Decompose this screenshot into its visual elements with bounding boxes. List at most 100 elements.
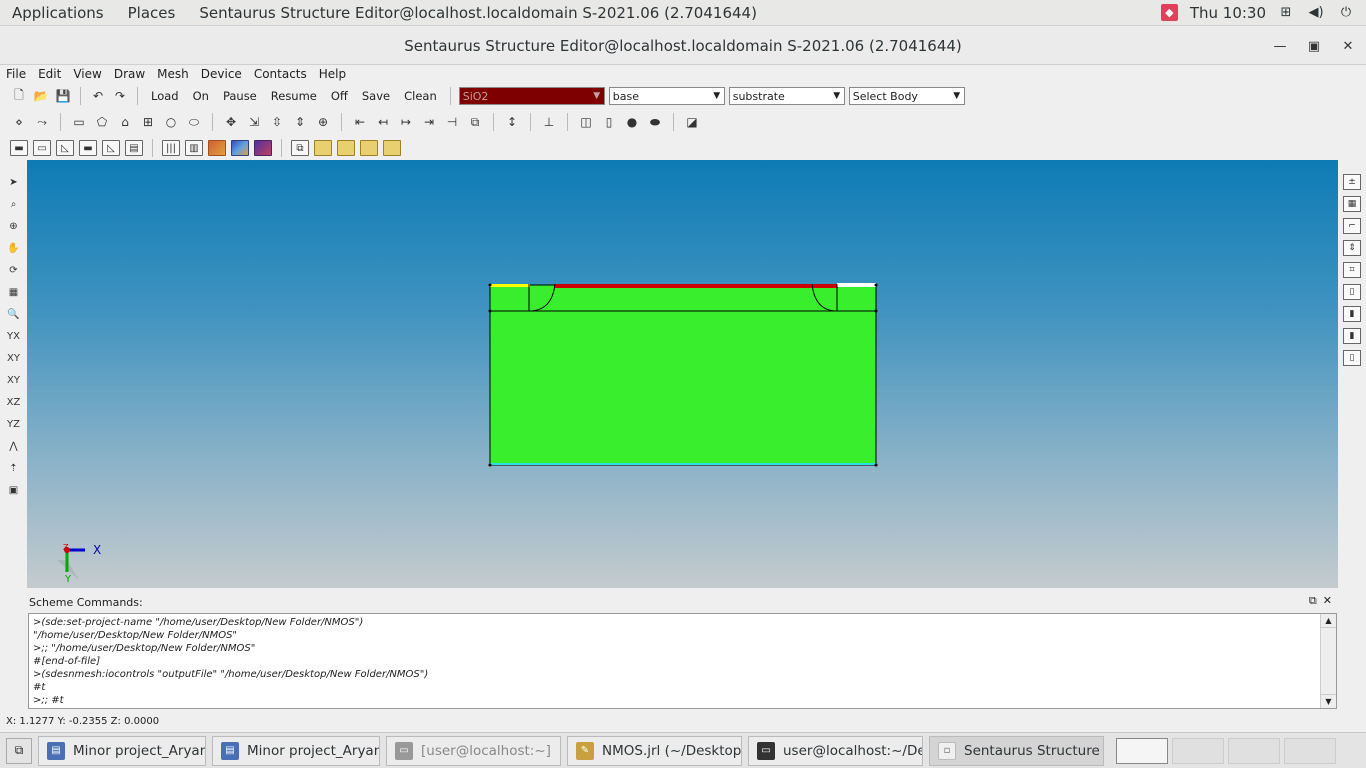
region-grid-icon[interactable]: ⊞ [139,113,157,131]
sphere-icon[interactable]: ● [623,113,641,131]
external-doping-icon[interactable] [231,140,249,156]
implant-doping-icon[interactable] [254,140,272,156]
console-scrollbar[interactable]: ▲ ▼ [1320,614,1336,708]
menu-view[interactable]: View [67,67,107,81]
undo-icon[interactable]: ↶ [89,87,107,105]
split-right-icon[interactable]: ↦ [397,113,415,131]
zoom-box-icon[interactable]: ⌕ [5,196,23,212]
ruler-polygon-icon[interactable]: ⌂ [116,113,134,131]
mesh-doping-region-icon[interactable]: ◺ [102,140,120,156]
active-window-title[interactable]: Sentaurus Structure Editor@localhost.loc… [187,4,769,22]
workspace-2[interactable] [1172,737,1224,764]
view-iso-icon[interactable]: ⋀ [5,438,23,454]
save-button[interactable]: Save [357,89,395,103]
mesh-placement-icon[interactable]: ▤ [125,140,143,156]
move-edge-icon[interactable]: ⇲ [245,113,263,131]
split-left-icon[interactable]: ↤ [374,113,392,131]
ruler-icon[interactable]: ⌐ [1343,218,1361,234]
measure-icon[interactable]: ⇕ [1343,240,1361,256]
transform-icon[interactable]: ⊕ [314,113,332,131]
power-icon[interactable]: ⏻ [1338,5,1354,21]
cylinder-icon[interactable]: ▯ [600,113,618,131]
boolean-old-icon[interactable] [383,140,401,156]
gaussian-doping-icon[interactable] [208,140,226,156]
ellipse-icon[interactable]: ⬭ [185,113,203,131]
render-gouraud-icon[interactable]: ▮ [1343,328,1361,344]
scroll-up-icon[interactable]: ▲ [1321,614,1336,628]
render-wire-icon[interactable]: ⌗ [1343,262,1361,278]
extend-icon[interactable]: ⇥ [420,113,438,131]
pause-button[interactable]: Pause [218,89,262,103]
window-icon[interactable]: ▣ [5,482,23,498]
scheme-console[interactable]: >(sde:set-project-name "/home/user/Deskt… [28,613,1337,709]
show-desktop-icon[interactable]: ⧉ [6,737,32,764]
on-button[interactable]: On [188,89,214,103]
redo-icon[interactable]: ↷ [111,87,129,105]
select-edge-icon[interactable]: ⤳ [33,113,51,131]
workspace-3[interactable] [1228,737,1280,764]
cut-icon[interactable]: ⊣ [443,113,461,131]
select-arrow-icon[interactable]: ➤ [5,174,23,190]
view-yx-icon[interactable]: YX [5,328,23,344]
gate-strip-region[interactable] [490,284,530,287]
move-region-icon[interactable]: ⇳ [268,113,286,131]
circle-icon[interactable]: ○ [162,113,180,131]
zoom-fit-icon[interactable]: 🔍 [5,306,23,322]
constant-doping-icon[interactable]: ||| [162,140,180,156]
rotate-icon[interactable]: ⟳ [5,262,23,278]
polygon-icon[interactable]: ⬠ [93,113,111,131]
grid-icon[interactable]: ▦ [5,284,23,300]
silicon-substrate-region[interactable] [489,284,877,466]
menu-edit[interactable]: Edit [32,67,67,81]
pan-hand-icon[interactable]: ✋ [5,240,23,256]
task-terminal-1[interactable]: ▭ [user@localhost:~] [386,735,561,766]
body-select[interactable]: Select Body ▼ [848,87,965,105]
clock[interactable]: Thu 10:30 [1178,4,1278,22]
render-solid-icon[interactable]: ▯ [1343,350,1361,366]
mesh-doping-box-icon[interactable]: ▬ [79,140,97,156]
new-file-icon[interactable]: 🗋 [10,87,28,105]
split-edge-icon[interactable]: ⇤ [351,113,369,131]
render-flat-icon[interactable]: ▮ [1343,306,1361,322]
load-button[interactable]: Load [146,89,184,103]
material-select[interactable]: SiO2 ▼ [458,87,605,105]
off-button[interactable]: Off [326,89,353,103]
clean-button[interactable]: Clean [399,89,442,103]
menu-help[interactable]: Help [313,67,352,81]
rectangle-icon[interactable]: ▭ [70,113,88,131]
task-terminal-2[interactable]: ▭ user@localhost:~/De... [748,735,923,766]
region-select[interactable]: base ▼ [608,87,725,105]
move-vertex-icon[interactable]: ✥ [222,113,240,131]
region2-select[interactable]: substrate ▼ [728,87,845,105]
task-minor-project-1[interactable]: ▤ Minor project_Aryan [38,735,206,766]
open-folder-icon[interactable]: 📂 [32,87,50,105]
view-up-icon[interactable]: ⇡ [5,460,23,476]
analytic-doping-icon[interactable]: ▥ [185,140,203,156]
gate-oxide-region[interactable] [554,284,838,288]
boolean-union-icon[interactable]: ⧉ [291,140,309,156]
boolean-new-icon[interactable] [360,140,378,156]
task-nmos-jrl[interactable]: ✎ NMOS.jrl (~/Desktop... [567,735,742,766]
close-button[interactable]: ✕ [1338,36,1358,56]
mesh-refine-box-icon[interactable]: ▬ [10,140,28,156]
places-menu[interactable]: Places [116,4,188,22]
workspace-4[interactable] [1284,737,1336,764]
view-xy2-icon[interactable]: XY [5,372,23,388]
scroll-down-icon[interactable]: ▼ [1321,694,1336,708]
boolean-abut-icon[interactable] [314,140,332,156]
zoom-region-icon[interactable]: ⊕ [5,218,23,234]
close-panel-icon[interactable]: ✕ [1323,594,1332,608]
menu-contacts[interactable]: Contacts [248,67,313,81]
stretch-icon[interactable]: ⇕ [291,113,309,131]
save-disk-icon[interactable]: 💾 [54,87,72,105]
contact-icon[interactable]: ⊥ [540,113,558,131]
menu-device[interactable]: Device [195,67,248,81]
minimize-button[interactable]: — [1270,36,1290,56]
mesh-refine-material-icon[interactable]: ◺ [56,140,74,156]
menu-file[interactable]: File [0,67,32,81]
drain-contact-region[interactable] [837,283,876,287]
menu-draw[interactable]: Draw [108,67,151,81]
float-panel-icon[interactable]: ⧉ [1309,594,1317,608]
resume-button[interactable]: Resume [266,89,322,103]
view-yz-icon[interactable]: YZ [5,416,23,432]
